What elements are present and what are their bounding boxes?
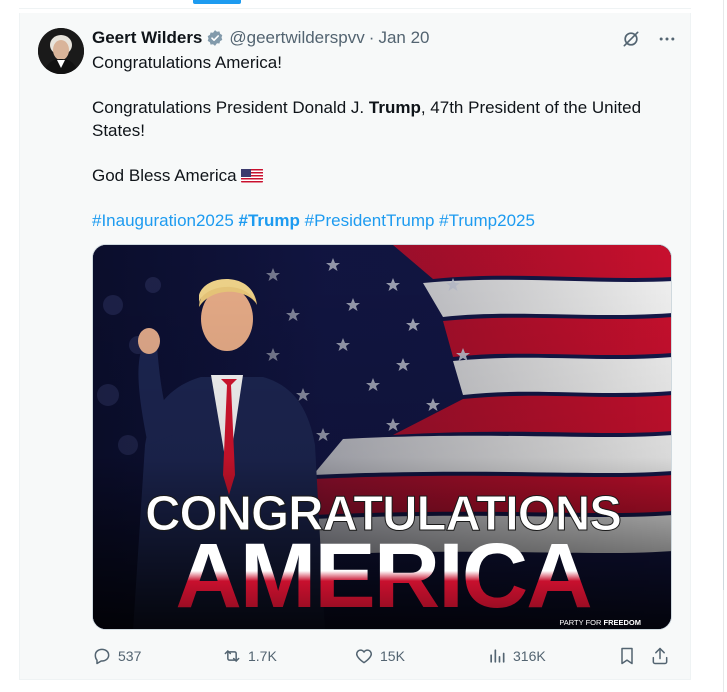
separator-dot: · [368, 28, 375, 47]
views-chart-icon [490, 649, 505, 663]
author-handle[interactable]: @geertwilderspvv [229, 28, 364, 48]
views-button[interactable]: 316K [487, 644, 546, 668]
tweet-text-line: Congratulations President Donald J. Trum… [92, 98, 642, 140]
bookmark-icon [621, 647, 633, 665]
right-rail-border [723, 210, 724, 590]
tweet-header: Geert Wilders @geertwilderspvv · Jan 20 [92, 28, 429, 48]
hashtag-list: #Inauguration2025 #Trump #PresidentTrump… [92, 210, 672, 233]
share-button[interactable] [650, 644, 670, 668]
us-flag-emoji-icon [240, 168, 263, 183]
hashtag-link[interactable]: #Inauguration2025 [92, 211, 234, 230]
tweet-text-line: Congratulations America! [92, 53, 282, 72]
tweet-action-bar: 537 1.7K 15K 316K [92, 644, 682, 668]
repost-button[interactable]: 1.7K [222, 644, 277, 668]
heart-icon [356, 649, 372, 664]
reply-count: 537 [118, 648, 142, 664]
verified-badge-icon[interactable] [206, 29, 224, 47]
like-count: 15K [380, 648, 405, 664]
active-tab-indicator [193, 0, 241, 4]
avatar[interactable] [38, 28, 84, 74]
tweet-media-image[interactable]: CONGRATULATIONS AMERICA PARTY FOR FREEDO… [92, 244, 672, 630]
like-button[interactable]: 15K [354, 644, 405, 668]
avatar-portrait [38, 28, 84, 74]
congratulations-graphic: CONGRATULATIONS AMERICA PARTY FOR FREEDO… [93, 245, 671, 629]
divider [19, 8, 691, 9]
reply-icon [94, 648, 110, 665]
views-count: 316K [513, 648, 546, 664]
share-icon [652, 647, 668, 665]
bookmark-button[interactable] [617, 644, 637, 668]
more-options-icon[interactable] [656, 28, 678, 50]
media-headline-bottom: AMERICA [175, 525, 591, 627]
header-actions [620, 28, 678, 50]
repost-count: 1.7K [248, 648, 277, 664]
media-footer-brand: PARTY FOR FREEDOM [559, 618, 641, 627]
tweet-body: Congratulations America! Congratulations… [92, 52, 672, 232]
divider [19, 679, 691, 680]
grok-icon[interactable] [620, 28, 642, 50]
author-display-name[interactable]: Geert Wilders [92, 28, 202, 48]
tweet-date[interactable]: Jan 20 [378, 28, 429, 48]
hashtag-link[interactable]: #Trump [239, 211, 300, 230]
hashtag-link[interactable]: #Trump2025 [439, 211, 535, 230]
hashtag-link[interactable]: #PresidentTrump [305, 211, 435, 230]
reply-button[interactable]: 537 [92, 644, 141, 668]
repost-icon [224, 650, 240, 662]
tweet-text-line: God Bless America [92, 165, 672, 188]
